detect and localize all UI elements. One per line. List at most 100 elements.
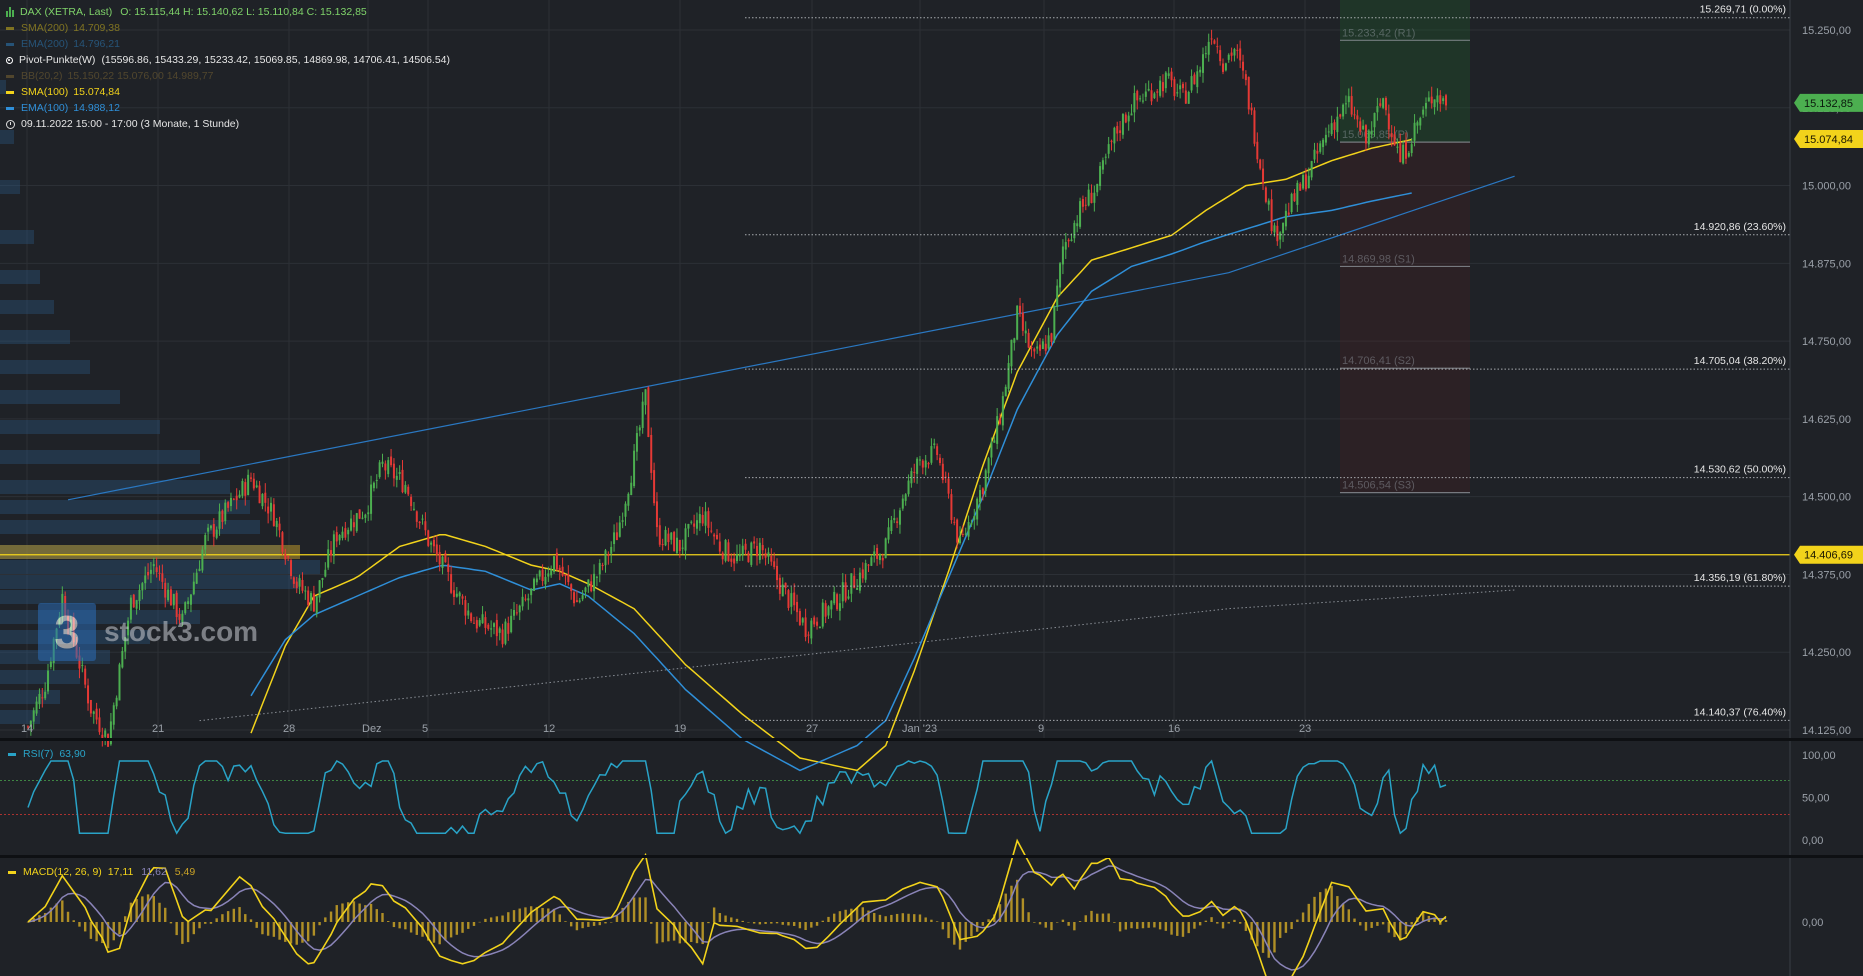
candle-body	[38, 693, 41, 705]
macd-hist-bar	[1210, 917, 1213, 922]
macd-hist-bar	[1284, 922, 1288, 933]
candle-body	[635, 433, 638, 452]
volume-profile-bar	[0, 420, 160, 434]
macd-hist-bar	[833, 913, 836, 922]
macd-hist-bar	[1347, 909, 1350, 922]
legend-sma100[interactable]: SMA(100) 15.074,84	[6, 84, 450, 100]
fib-label: 15.269,71 (0.00%)	[1700, 4, 1786, 16]
candle-body	[564, 574, 567, 576]
macd-hist-bar	[770, 922, 773, 924]
candle-body	[976, 498, 979, 520]
candle-body	[936, 446, 939, 455]
candle-body	[1207, 41, 1210, 55]
y-tick-label: 14.875,00	[1802, 258, 1851, 270]
macd-hist-bar	[855, 907, 859, 922]
macd-hist-bar	[1364, 922, 1368, 931]
macd-hist-bar	[387, 921, 390, 922]
macd-hist-bar	[581, 922, 584, 929]
candle-body	[298, 578, 301, 587]
candle-body	[896, 521, 899, 523]
candle-body	[1410, 144, 1413, 154]
candle-body	[1167, 73, 1170, 76]
macd-hist-bar	[718, 913, 722, 922]
candle-body	[1436, 95, 1439, 103]
legend-ema200[interactable]: EMA(200) 14.796,21	[6, 36, 450, 52]
candle-body	[472, 622, 475, 624]
macd-hist-bar	[1038, 922, 1042, 925]
macd-hist-bar	[312, 922, 316, 936]
candle-body	[541, 569, 544, 582]
pivot-label: 15.069,85 (P)	[1342, 129, 1409, 141]
candle-body	[927, 463, 930, 465]
candle-body	[904, 494, 907, 501]
candle-body	[818, 626, 821, 629]
sma100-label: SMA(100)	[21, 86, 69, 98]
macd-hist-bar	[118, 922, 121, 935]
candle-body	[1107, 144, 1110, 154]
x-tick-label: 21	[152, 723, 164, 735]
candle-body	[81, 665, 84, 667]
legend-ema100[interactable]: EMA(100) 14.988,12	[6, 100, 450, 116]
candle-body	[1164, 72, 1167, 89]
candle-body	[698, 514, 701, 524]
macd-hist-bar	[472, 922, 476, 926]
macd-hist-bar	[369, 903, 373, 922]
candle-body	[1056, 285, 1059, 308]
pivot-label: 14.706,41 (S2)	[1342, 355, 1415, 367]
candle-body	[1262, 168, 1265, 184]
candle-body	[244, 482, 247, 496]
candle-body	[1127, 115, 1130, 122]
candle-body	[781, 584, 784, 597]
candle-body	[378, 462, 381, 478]
fib-label: 14.705,04 (38.20%)	[1694, 355, 1786, 367]
candle-body	[967, 522, 970, 537]
macd-hist-bar	[730, 917, 733, 922]
candle-body	[464, 600, 467, 616]
candle-body	[1190, 76, 1193, 91]
macd-hist-bar	[449, 922, 453, 938]
macd-hist-bar	[1204, 920, 1208, 922]
volume-profile-bar	[0, 230, 34, 244]
candle-body	[1193, 74, 1196, 85]
legend-sma200[interactable]: SMA(200) 14.709,38	[6, 20, 450, 36]
candle-body	[1119, 130, 1122, 133]
legend-pivot[interactable]: Pivot-Punkte(W) (15596.86, 15433.29, 152…	[6, 52, 450, 68]
candle-body	[653, 470, 656, 504]
candle-body	[1233, 49, 1236, 56]
macd-hist-bar	[1044, 922, 1047, 928]
macd-hist-bar	[152, 896, 155, 922]
legend-period[interactable]: 09.11.2022 15:00 - 17:00 (3 Monate, 1 St…	[6, 116, 450, 132]
candle-body	[1104, 156, 1107, 158]
macd-hist-bar	[592, 922, 596, 926]
candle-body	[218, 511, 221, 529]
sma200-swatch-icon	[6, 26, 14, 30]
candle-body	[492, 623, 495, 627]
candle-body	[304, 590, 307, 592]
volume-profile-bar	[0, 480, 230, 494]
macd-hist-bar	[1227, 922, 1230, 924]
macd-hist-bar	[1096, 913, 1099, 922]
candle-body	[387, 460, 390, 475]
macd-hist-bar	[518, 908, 521, 922]
candle-body	[1364, 125, 1367, 144]
candle-body	[878, 554, 881, 561]
candle-body	[1161, 82, 1164, 92]
candle-body	[141, 583, 144, 591]
candle-body	[590, 581, 593, 592]
candle-body	[1196, 71, 1199, 88]
panel-separator	[0, 855, 1863, 858]
candle-body	[241, 480, 244, 496]
macd-hist-bar	[575, 922, 579, 931]
candle-body	[167, 589, 170, 601]
candle-body	[164, 582, 167, 598]
candle-body	[1090, 192, 1093, 204]
rsi-tick-label: 50,00	[1802, 793, 1830, 805]
candle-body	[710, 530, 713, 532]
macd-hist-bar	[598, 922, 601, 926]
candle-body	[341, 531, 344, 539]
legend-bb[interactable]: BB(20,2) 15.150,22 15.076,00 14.989,77	[6, 68, 450, 84]
macd-hist-bar	[78, 922, 81, 927]
candle-body	[533, 578, 536, 591]
candle-body	[918, 459, 921, 461]
candle-body	[664, 529, 667, 546]
